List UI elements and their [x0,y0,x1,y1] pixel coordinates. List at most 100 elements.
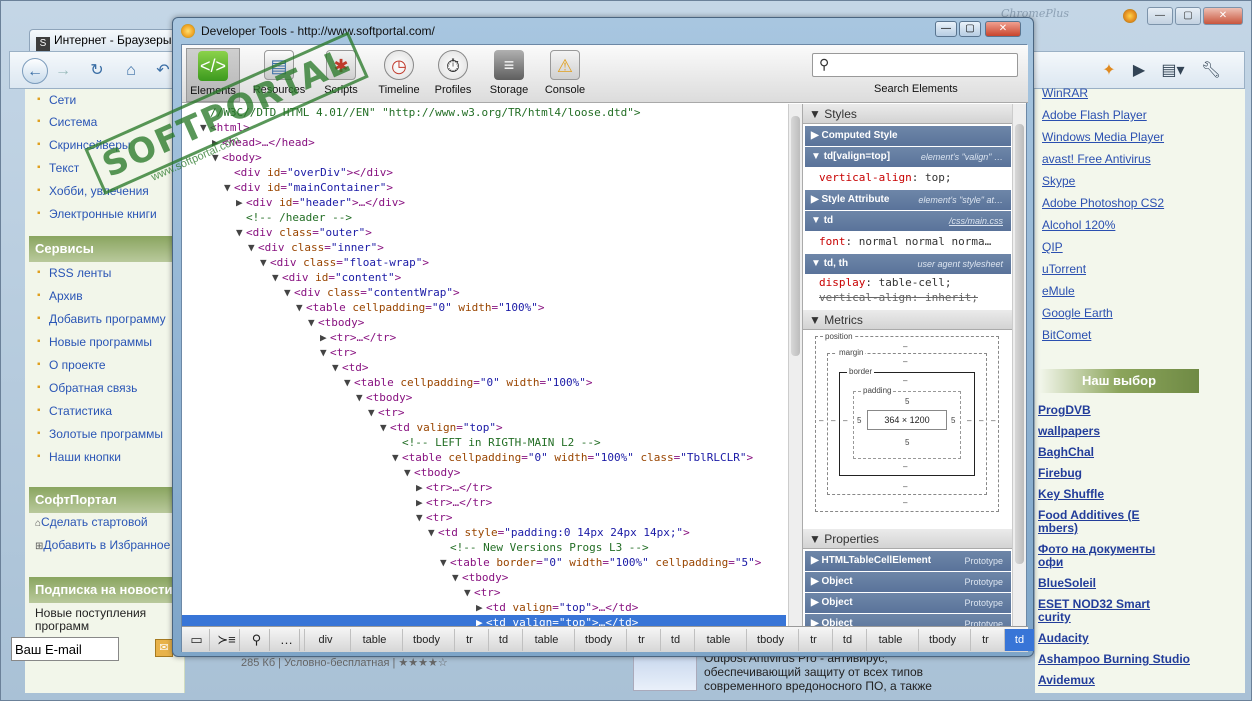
service-link[interactable]: Наши кнопки [25,446,185,468]
triangle-down-icon[interactable]: ▼ [212,150,222,165]
triangle-down-icon[interactable]: ▼ [380,420,390,435]
console-toggle-button[interactable]: ≻≡ [214,629,240,651]
service-link[interactable]: Обратная связь [25,377,185,399]
top-program-link[interactable]: WinRAR [1042,86,1088,100]
metrics-section-header[interactable]: ▼ Metrics [803,310,1012,330]
style-rule-header[interactable]: ▶ Style Attribute element's "style" at… [805,190,1011,210]
choice-link[interactable]: BaghChal [1038,445,1094,459]
choice-link[interactable]: Avidemux [1038,673,1095,687]
style-rule-header[interactable]: ▼ td/css/main.css [805,211,1011,231]
breadcrumb-item[interactable]: tr [970,629,1000,651]
dom-node[interactable]: ▶ <td valign="top">…</td> [182,600,638,615]
triangle-down-icon[interactable]: ▼ [284,285,294,300]
maximize-button[interactable]: ▢ [1175,7,1201,25]
dom-node-selected[interactable]: ▶ <td valign="top">…</td> [182,615,786,626]
reload-button[interactable]: ↻ [84,58,110,84]
property-row[interactable]: ▶ Object Prototype [805,572,1011,592]
go-button[interactable]: ▶ [1126,58,1152,84]
breadcrumb-item[interactable]: tr [454,629,484,651]
breadcrumb-item[interactable]: table [694,629,742,651]
breadcrumb-item[interactable]: div [304,629,346,651]
triangle-right-icon[interactable]: ▶ [416,495,426,510]
dom-node[interactable]: ▶ <tr>…</tr> [182,495,492,510]
dom-node[interactable]: ▼ <tbody> [182,315,364,330]
breadcrumb-item[interactable]: td [832,629,862,651]
tools-menu-button[interactable]: 🔧︎▾ [1198,58,1224,105]
breadcrumb-item[interactable]: table [350,629,398,651]
dom-node[interactable]: ▼ <div class="inner"> [182,240,384,255]
dom-node[interactable]: ▼ <tr> [182,345,357,360]
top-program-link[interactable]: BitComet [1042,328,1091,342]
dom-node[interactable]: ▼ <table cellpadding="0" width="100%" cla… [182,450,753,465]
service-link[interactable]: Архив [25,285,185,307]
forward-button[interactable]: → [50,58,76,84]
choice-link[interactable]: Фото на документы [1038,542,1155,556]
choice-link[interactable]: Firebug [1038,466,1082,480]
triangle-down-icon[interactable]: ▼ [344,375,354,390]
top-program-link[interactable]: Skype [1042,174,1075,188]
dom-node[interactable]: ▼ <tr> [182,585,501,600]
breadcrumb-item[interactable]: table [866,629,914,651]
triangle-right-icon[interactable]: ▶ [320,330,330,345]
more-crumbs-button[interactable]: … [274,629,300,651]
top-program-link[interactable]: uTorrent [1042,262,1086,276]
service-link[interactable]: О проекте [25,354,185,376]
triangle-down-icon[interactable]: ▼ [332,360,342,375]
sidebar-scrollbar[interactable] [1012,104,1026,626]
breadcrumb-item[interactable]: td [488,629,518,651]
top-program-link[interactable]: avast! Free Antivirus [1042,152,1151,166]
add-favorites-link[interactable]: ⊞Добавить в Избранное [35,538,170,552]
email-field[interactable] [11,637,119,661]
triangle-down-icon[interactable]: ▼ [272,270,282,285]
service-link[interactable]: Статистика [25,400,185,422]
dom-tree[interactable]: //W3C//DTD HTML 4.01//EN" "http://www.w3… [182,104,788,626]
breadcrumb-item[interactable]: tbody [574,629,622,651]
dom-scrollbar[interactable] [788,104,802,626]
top-program-link[interactable]: Adobe Flash Player [1042,108,1147,122]
style-property[interactable]: display: table-cell; [819,276,951,289]
style-property[interactable]: vertical-align: top; [819,171,951,184]
top-program-link[interactable]: Alcohol 120% [1042,218,1115,232]
property-row[interactable]: ▶ Object Prototype [805,614,1011,626]
dom-node[interactable]: ▼ <div class="outer"> [182,225,372,240]
dom-node[interactable]: ▼ <div class="contentWrap"> [182,285,460,300]
dom-node[interactable]: ▼ <body> [182,150,262,165]
breadcrumb-item[interactable]: tbody [402,629,450,651]
triangle-down-icon[interactable]: ▼ [308,315,318,330]
home-button[interactable]: ⌂ [118,58,144,84]
css-source-link[interactable]: /css/main.css [949,211,1003,231]
service-link[interactable]: Добавить программу [25,308,185,330]
triangle-right-icon[interactable]: ▶ [416,480,426,495]
triangle-down-icon[interactable]: ▼ [260,255,270,270]
properties-section-header[interactable]: ▼ Properties [803,529,1012,549]
triangle-down-icon[interactable]: ▼ [428,525,438,540]
service-link[interactable]: Новые программы [25,331,185,353]
dom-node[interactable]: ▼ <div class="float-wrap"> [182,255,429,270]
triangle-down-icon[interactable]: ▼ [368,405,378,420]
breadcrumb-item[interactable]: td [1004,629,1034,651]
breadcrumb-item[interactable]: tbody [746,629,794,651]
tool-console[interactable]: ⚠ Console [538,48,592,102]
devtools-close-button[interactable]: ✕ [985,21,1021,37]
triangle-right-icon[interactable]: ▶ [476,615,486,626]
tool-resources[interactable]: ▤ Resources [252,48,306,102]
triangle-down-icon[interactable]: ▼ [404,465,414,480]
category-link[interactable]: Сети [25,89,185,111]
dom-node[interactable]: ▼ <html> [182,120,250,135]
tool-timeline[interactable]: ◷ Timeline [372,48,426,102]
top-program-link[interactable]: Adobe Photoshop CS2 [1042,196,1164,210]
dom-node[interactable]: ▼ <table cellpadding="0" width="100%"> [182,375,592,390]
subscribe-button[interactable]: ✉ [155,639,173,657]
inspect-button[interactable]: ⚲ [244,629,270,651]
property-row[interactable]: ▶ HTMLTableCellElement Prototype [805,551,1011,571]
category-link[interactable]: Скринсейверы [25,134,185,156]
dom-node[interactable]: <!-- /header --> [182,210,352,225]
tool-scripts[interactable]: ✱ Scripts [314,48,368,102]
dom-node[interactable]: ▼ <td valign="top"> [182,420,503,435]
choice-link[interactable]: Ashampoo Burning Studio [1038,652,1190,666]
devtools-minimize-button[interactable]: — [935,21,957,37]
breadcrumb-item[interactable]: tbody [918,629,966,651]
dom-node[interactable]: ▼ <tbody> [182,390,412,405]
category-link[interactable]: Текст [25,157,185,179]
dom-node[interactable]: ▶ <tr>…</tr> [182,480,492,495]
